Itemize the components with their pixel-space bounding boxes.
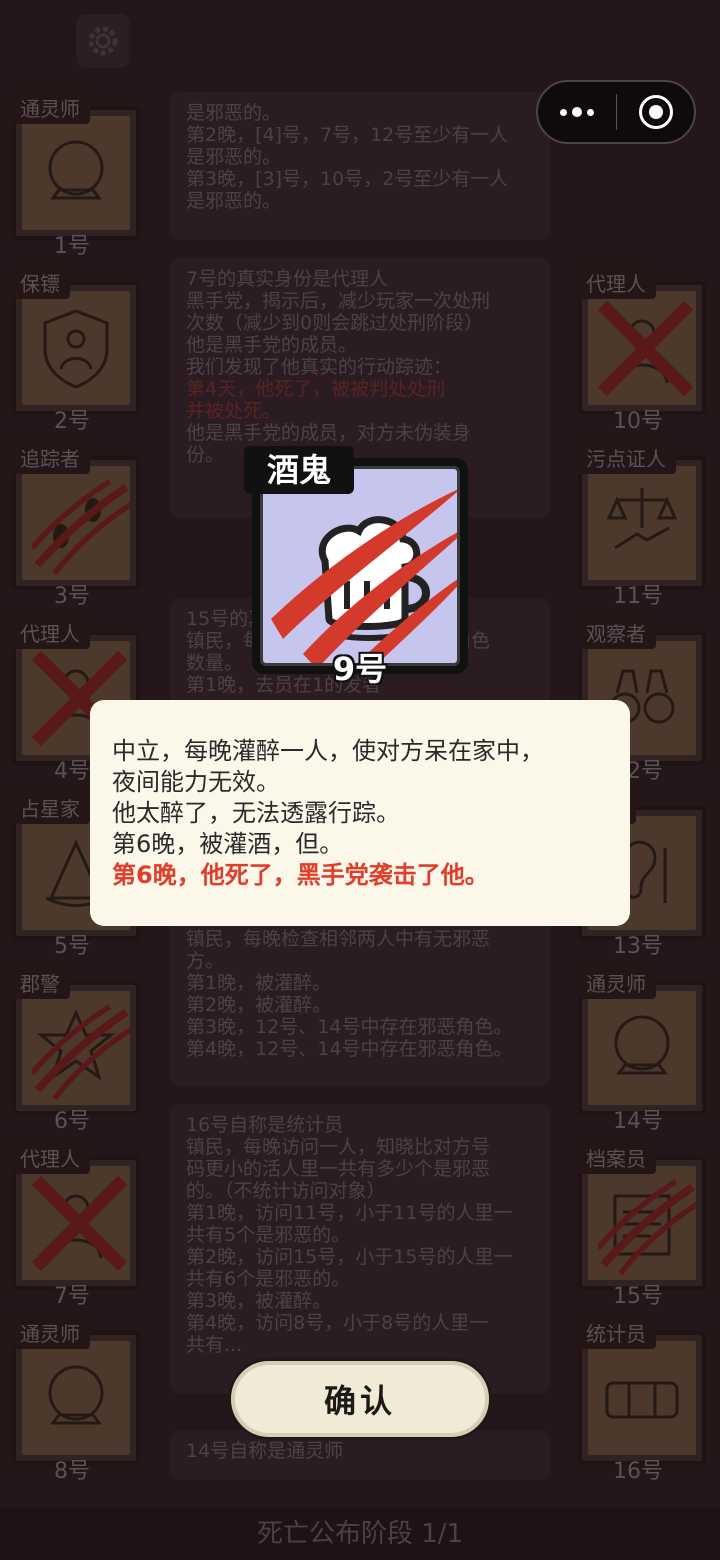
miniprogram-capsule (536, 80, 696, 144)
close-button[interactable] (617, 95, 694, 129)
role-portrait (260, 466, 460, 666)
desc-line: 中立，每晚灌醉一人，使对方呆在家中， (112, 737, 544, 765)
death-line: 第6晚，他死了，黑手党袭击了他。 (112, 861, 489, 889)
target-circle-icon (638, 95, 673, 129)
desc-line: 夜间能力无效。 (112, 768, 280, 796)
claw-slash-icon (271, 489, 457, 663)
desc-line: 第6晚，被灌酒，但。 (112, 830, 344, 858)
confirm-button[interactable]: 确认 (228, 1358, 492, 1440)
role-name-tag: 酒鬼 (244, 446, 354, 494)
death-info-dialog: 中立，每晚灌醉一人，使对方呆在家中， 夜间能力无效。 他太醉了，无法透露行踪。 … (90, 700, 630, 926)
revealed-player-number: 9号 (332, 650, 388, 688)
desc-line: 他太醉了，无法透露行踪。 (112, 799, 400, 827)
more-dots-icon[interactable] (538, 82, 616, 142)
